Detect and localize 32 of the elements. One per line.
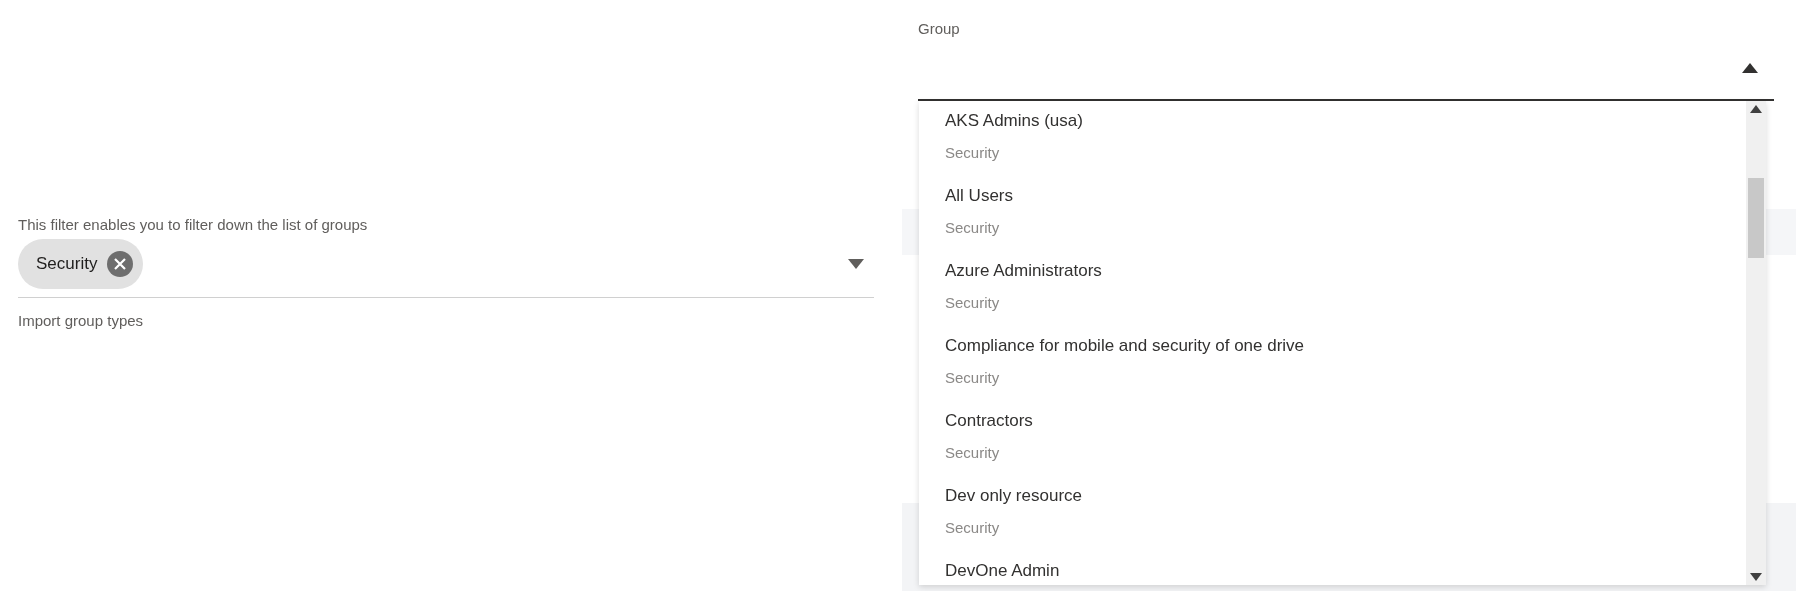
helper-text: Import group types	[18, 312, 145, 329]
scrollbar[interactable]	[1746, 101, 1766, 585]
group-option[interactable]: Contractors Security	[945, 401, 1746, 476]
group-option[interactable]: DevOne Admin	[945, 551, 1746, 585]
scroll-up-icon[interactable]	[1750, 105, 1762, 113]
filter-chip[interactable]: Security	[18, 239, 144, 289]
filter-hint: This filter enables you to filter down the list of groups	[18, 216, 369, 233]
group-name: Azure Administrators	[945, 261, 1103, 281]
group-option[interactable]: Compliance for mobile and security of one drive Security	[945, 326, 1746, 401]
group-type: Security	[945, 144, 1001, 161]
group-type: Security	[945, 444, 1001, 461]
caret-icon[interactable]	[1742, 63, 1758, 73]
group-name: All Users	[945, 186, 1014, 206]
group-option[interactable]: Azure Administrators Security	[945, 251, 1746, 326]
scroll-down-icon[interactable]	[1750, 573, 1762, 581]
group-name: Contractors	[945, 411, 1034, 431]
group-name: DevOne Admin	[945, 561, 1061, 581]
field-label: Group	[918, 20, 961, 37]
group-option[interactable]: Dev only resource Security	[945, 476, 1746, 551]
group-type: Security	[945, 519, 1001, 536]
group-type: Security	[945, 294, 1001, 311]
group-name: Dev only resource	[945, 486, 1083, 506]
remove-icon[interactable]	[107, 251, 134, 277]
scrollbar-thumb[interactable]	[1748, 178, 1764, 258]
group-type: Security	[945, 369, 1001, 386]
filter-field[interactable]: Security	[18, 233, 874, 298]
group-option[interactable]: All Users Security	[945, 176, 1746, 251]
group-type: Security	[945, 219, 1001, 236]
group-name: AKS Admins (usa)	[945, 111, 1084, 131]
group-option[interactable]: AKS Admins (usa) Security	[945, 101, 1746, 176]
caret-icon[interactable]	[848, 259, 864, 269]
group-name: Compliance for mobile and security of one drive	[945, 336, 1306, 356]
